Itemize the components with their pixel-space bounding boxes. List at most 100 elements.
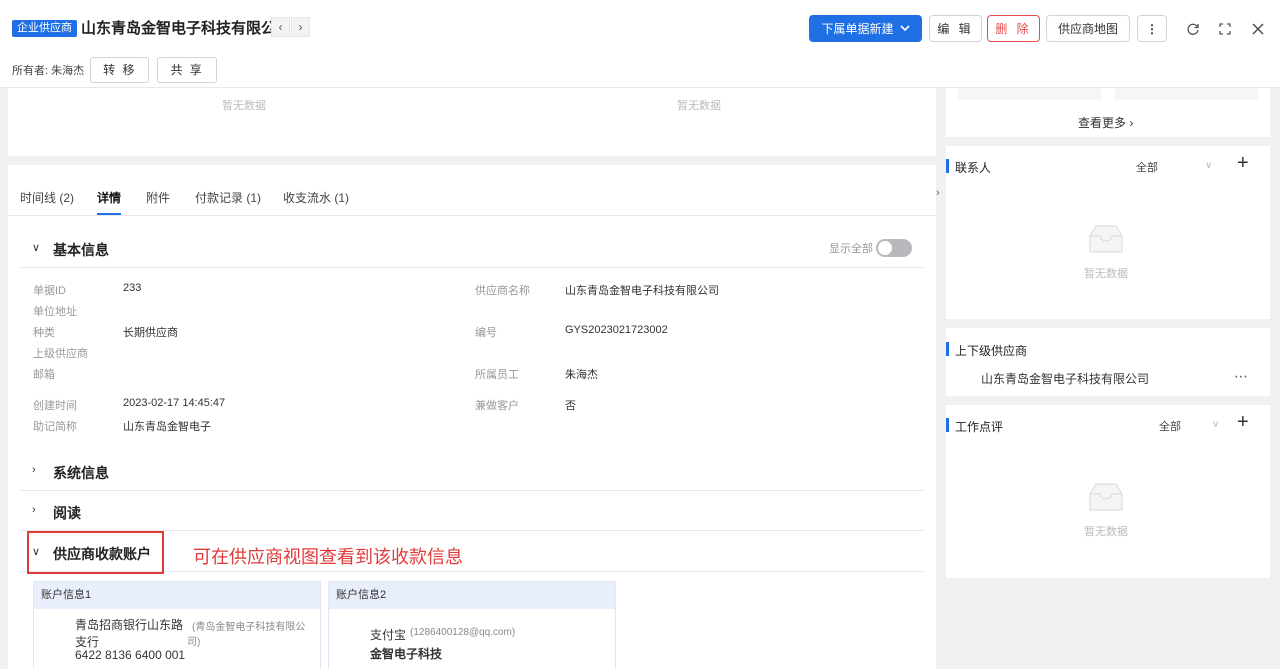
annotation-highlight-box [27,531,164,574]
field-label: 邮箱 [33,369,55,381]
chevron-right-icon: › [32,464,36,476]
contacts-filter[interactable]: 全部 [1136,159,1158,175]
refresh-icon[interactable] [1184,20,1202,38]
panel-collapse-icon[interactable]: › [936,187,946,203]
transfer-button[interactable]: 转 移 [90,57,150,83]
new-sub-document-label: 下属单据新建 [821,22,894,36]
tab-timeline[interactable]: 时间线 (2) [20,189,74,206]
related-summary-card: 暂无数据 暂无数据 [8,88,936,156]
field-value-also-customer: 否 [565,400,576,412]
chevron-down-icon [899,25,910,32]
empty-text: 暂无数据 [1084,526,1128,538]
stub-card [1115,88,1258,100]
account-card-title: 账户信息1 [34,582,320,609]
chevron-right-icon: › [1126,116,1134,130]
annotation-text: 可在供应商视图查看到该收款信息 [193,547,463,568]
field-value-supplier-name: 山东青岛金智电子科技有限公司 [565,285,719,297]
field-value-doc-id: 233 [123,282,142,294]
section-system-info[interactable]: › 系统信息 [20,451,924,491]
accent-bar [946,342,949,356]
close-icon[interactable] [1249,20,1267,38]
show-all-toggle[interactable] [876,239,912,257]
tab-payment-records[interactable]: 付款记录 (1) [195,189,261,206]
new-sub-document-button[interactable]: 下属单据新建 [809,15,922,42]
supplier-item[interactable]: 山东青岛金智电子科技有限公司 [981,370,1149,387]
field-label: 种类 [33,327,55,339]
work-reviews-panel: 工作点评 全部 ∨ + 暂无数据 [946,405,1270,578]
section-basic-info[interactable]: ∨ 基本信息 显示全部 [20,228,924,268]
empty-inbox-icon [1089,225,1123,253]
field-value-created: 2023-02-17 14:45:47 [123,397,226,409]
supplier-type-badge: 企业供应商 [12,20,77,37]
detail-card: 时间线 (2) 详情 附件 付款记录 (1) 收支流水 (1) › ∨ 基本信息… [8,165,940,669]
empty-text: 暂无数据 [677,100,721,112]
chevron-down-icon[interactable]: ∨ [1212,419,1219,430]
field-label: 兼做客户 [475,400,519,412]
stub-card [958,88,1101,100]
delete-button[interactable]: 删 除 [987,15,1040,42]
panel-title: 工作点评 [955,420,1004,434]
account-card-2: 账户信息2 支付宝 (1286400128@qq.com) 金智电子科技 [328,581,616,669]
active-tab-indicator [97,213,121,215]
toggle-knob [878,241,892,255]
page-title: 山东青岛金智电子科技有限公司 [81,20,292,37]
field-label: 创建时间 [33,400,77,412]
reviews-filter[interactable]: 全部 [1159,418,1181,434]
section-title: 基本信息 [53,242,109,258]
see-more-link[interactable]: 查看更多 › [1078,114,1133,131]
field-value-category: 长期供应商 [123,327,178,339]
fullscreen-icon[interactable] [1216,20,1234,38]
owner-label: 所有者: 朱海杰 [12,65,85,77]
account-card-1: 账户信息1 青岛招商银行山东路 支行 (青岛金智电子科技有限公 司) 6422 … [33,581,321,669]
supplier-map-button[interactable]: 供应商地图 [1046,15,1130,42]
chevron-down-icon: ∨ [32,242,41,254]
add-review-icon[interactable]: + [1237,411,1249,434]
tab-cash-flow[interactable]: 收支流水 (1) [283,189,349,206]
field-value-employee: 朱海杰 [565,369,598,381]
section-title: 系统信息 [53,465,109,481]
detail-tabs: 时间线 (2) 详情 附件 付款记录 (1) 收支流水 (1) › [8,165,940,216]
add-contact-icon[interactable]: + [1237,152,1249,175]
right-top-card: 查看更多 › [946,88,1270,137]
accent-bar [946,418,949,432]
empty-text: 暂无数据 [222,100,266,112]
show-all-label: 显示全部 [829,243,873,255]
field-label: 编号 [475,327,497,339]
section-title: 阅读 [53,505,81,521]
account-number: 6422 8136 6400 001 [75,648,186,662]
account-card-title: 账户信息2 [329,582,615,609]
chevron-right-icon[interactable]: › [291,17,310,37]
section-read[interactable]: › 阅读 [20,491,924,531]
field-label: 上级供应商 [33,348,88,360]
bank-name: 青岛招商银行山东路 [75,618,184,632]
edit-button[interactable]: 编 辑 [929,15,982,42]
field-value-mnemonic: 山东青岛金智电子 [123,421,211,433]
field-label: 助记简称 [33,421,77,433]
field-value-code: GYS2023021723002 [565,324,668,336]
tab-attachments[interactable]: 附件 [146,189,170,206]
more-options-button[interactable]: ⋮ [1137,15,1167,42]
account-holder: (青岛金智电子科技有限公 [192,622,306,633]
record-nav: ‹ › [271,17,310,37]
see-more-label: 查看更多 [1078,116,1127,130]
chevron-left-icon[interactable]: ‹ [271,17,290,37]
accent-bar [946,159,949,173]
field-label: 所属员工 [475,369,519,381]
more-options-icon[interactable]: ⋯ [1234,368,1248,385]
chevron-down-icon[interactable]: ∨ [1205,160,1212,171]
panel-title: 上下级供应商 [955,344,1028,358]
empty-inbox-icon [1089,483,1123,511]
account-number: 金智电子科技 [370,647,443,661]
field-label: 单据ID [33,285,66,297]
empty-text: 暂无数据 [1084,268,1128,280]
share-button[interactable]: 共 享 [157,57,217,83]
field-label: 单位地址 [33,306,77,318]
contacts-panel: 联系人 全部 ∨ + 暂无数据 [946,146,1270,319]
account-holder: 司) [187,637,201,648]
field-label: 供应商名称 [475,285,530,297]
chevron-right-icon: › [32,504,36,516]
panel-title: 联系人 [955,161,992,175]
account-holder: (1286400128@qq.com) [410,627,516,638]
page-header: 企业供应商 山东青岛金智电子科技有限公司 ‹ › 所有者: 朱海杰 转 移 共 … [0,0,1280,88]
tab-details[interactable]: 详情 [97,189,121,206]
